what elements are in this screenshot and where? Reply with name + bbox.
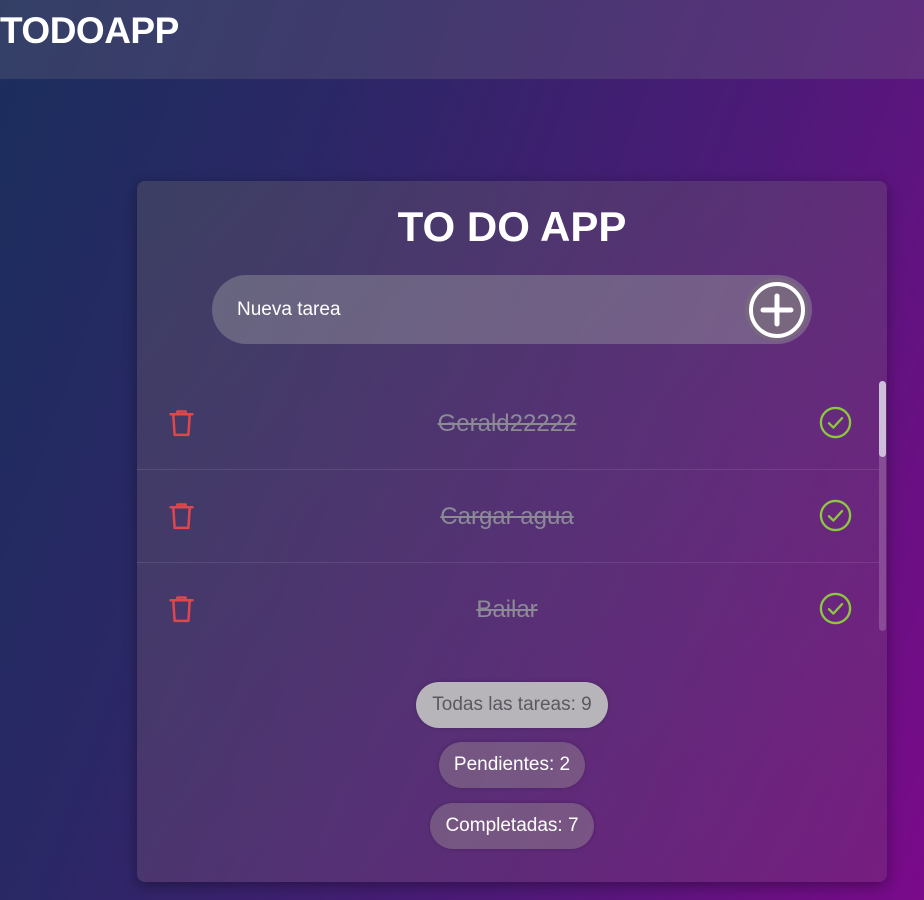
filter-completed-button[interactable]: Completadas: 7 (430, 803, 594, 849)
top-navbar: TODOAPP (0, 0, 924, 79)
task-row: Cargar agua (137, 470, 879, 563)
plus-circle-icon (748, 281, 805, 338)
trash-icon[interactable] (165, 406, 198, 439)
trash-icon[interactable] (165, 499, 198, 532)
scrollbar-thumb[interactable] (879, 381, 886, 457)
check-circle-icon[interactable] (818, 405, 853, 440)
trash-icon[interactable] (165, 592, 198, 625)
task-list: Gerald22222 Cargar agua Bailar (137, 377, 879, 647)
check-circle-icon[interactable] (818, 591, 853, 626)
task-row: Gerald22222 (137, 377, 879, 470)
task-text: Bailar (476, 596, 538, 623)
card-title: TO DO APP (397, 203, 627, 250)
todo-card: TO DO APP Gerald22222 Cargar agua (137, 181, 887, 882)
app-brand: TODOAPP (0, 10, 179, 51)
task-text: Cargar agua (440, 503, 574, 530)
check-circle-icon[interactable] (818, 498, 853, 533)
new-task-input[interactable] (212, 275, 732, 344)
task-text: Gerald22222 (437, 410, 577, 437)
filter-pending-button[interactable]: Pendientes: 2 (439, 742, 585, 788)
task-row: Bailar (137, 563, 879, 647)
task-list-scrollbar[interactable] (879, 381, 886, 631)
new-task-field (212, 275, 812, 344)
filter-all-button[interactable]: Todas las tareas: 9 (416, 682, 608, 728)
add-task-button[interactable] (745, 278, 808, 341)
